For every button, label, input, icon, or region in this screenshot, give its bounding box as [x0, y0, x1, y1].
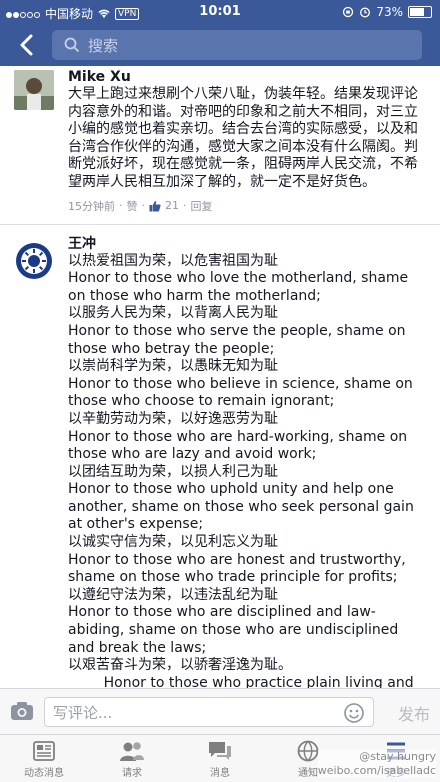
alarm-icon	[360, 7, 371, 18]
comment-line: 以团结互助为荣，以损人利己为耻	[68, 463, 278, 480]
tab-label: 动态消息	[24, 768, 64, 779]
search-input[interactable]: 搜索	[52, 30, 422, 60]
like-count: 21	[165, 199, 179, 213]
news-feed-icon	[33, 741, 55, 761]
emoji-icon[interactable]	[344, 703, 364, 723]
comment-author[interactable]: Mike Xu	[68, 68, 426, 86]
comment-line: Honor to those who practice plain living…	[103, 674, 414, 688]
messages-icon	[209, 742, 231, 760]
status-bar: 中国移动 VPN 10:01 73%	[0, 0, 440, 24]
search-icon	[64, 37, 80, 53]
comment-line: 以诚实守信为荣，以见利忘义为耻	[68, 534, 278, 551]
comment-line: 以崇尚科学为荣，以愚昧无知为耻	[68, 358, 278, 375]
comment-line: Honor to those who are honest and trustw…	[68, 551, 411, 586]
battery-icon	[408, 6, 432, 18]
comment-line: 以遵纪守法为荣，以违法乱纪为耻	[68, 586, 278, 603]
thumbs-up-icon	[149, 200, 161, 212]
comment-line: 以服务人民为荣，以背离人民为耻	[68, 305, 278, 322]
comment-item: Mike Xu 大早上跑过来想刷个八荣八耻，伪装年轻。结果发现评论内容意外的和谐…	[0, 66, 440, 225]
comment-timestamp: 15分钟前	[68, 199, 115, 213]
watermark-handle: @stay hungry	[359, 750, 436, 763]
weibo-watermark: @stay hungry weibo.com/isabelladc	[317, 750, 436, 778]
comment-compose-bar: 写评论... 发布	[0, 688, 440, 734]
comment-line: Honor to those who uphold unity and help…	[68, 481, 419, 533]
search-placeholder: 搜索	[88, 36, 119, 55]
watermark-url: weibo.com/isabelladc	[317, 764, 436, 777]
comment-line: 以辛勤劳动为荣，以好逸恶劳为耻	[68, 410, 278, 427]
top-nav-bar: 搜索	[0, 24, 440, 66]
post-button[interactable]: 发布	[398, 701, 430, 725]
comment-line: Honor to those who serve the people, sha…	[68, 322, 410, 357]
tab-label: 请求	[122, 768, 142, 779]
comment-text: 大早上跑过来想刷个八荣八耻，伪装年轻。结果发现评论内容意外的和谐。对帝吧的印象和…	[68, 86, 418, 190]
notifications-icon	[297, 740, 319, 762]
comment-input[interactable]: 写评论...	[44, 697, 374, 727]
comment-input-placeholder: 写评论...	[53, 704, 113, 722]
comment-item: 王冲 以热爱祖国为荣，以危害祖国为耻 Honor to those who lo…	[0, 225, 440, 688]
comment-line: Honor to those who believe in science, s…	[68, 375, 418, 410]
orientation-lock-icon	[343, 6, 354, 18]
comment-line: Honor to those who are hard-working, sha…	[68, 428, 412, 463]
comment-feed[interactable]: Mike Xu 大早上跑过来想刷个八荣八耻，伪装年轻。结果发现评论内容意外的和谐…	[0, 66, 440, 688]
reply-link[interactable]: 回复	[191, 198, 213, 214]
comment-line: 以艰苦奋斗为荣，以骄奢淫逸为耻。	[68, 657, 292, 674]
comment-line: Honor to those who love the motherland, …	[68, 270, 413, 304]
bottom-tab-bar: 动态消息 请求 消息 通知 更多 @stay hungry weibo.com/…	[0, 734, 440, 782]
status-right: 73%	[342, 5, 432, 19]
camera-icon[interactable]	[10, 701, 34, 721]
back-arrow-icon[interactable]	[14, 32, 40, 58]
comment-line: Honor to those who are disciplined and l…	[68, 604, 403, 656]
tab-news-feed[interactable]: 动态消息	[0, 735, 88, 782]
tab-messages[interactable]: 消息	[176, 735, 264, 782]
avatar[interactable]	[14, 70, 54, 110]
battery-percent: 73%	[376, 5, 403, 19]
friend-requests-icon	[120, 742, 144, 761]
comment-line: 以热爱祖国为荣，以危害祖国为耻	[68, 252, 278, 269]
avatar[interactable]	[14, 240, 54, 281]
comment-author[interactable]: 王冲	[68, 235, 426, 253]
like-link[interactable]: 赞	[127, 198, 138, 214]
tab-requests[interactable]: 请求	[88, 735, 176, 782]
comment-meta: 15分钟前 · 赞 · 21 · 回复	[68, 198, 213, 214]
tab-label: 消息	[210, 768, 230, 779]
tab-label: 通知	[298, 768, 318, 779]
